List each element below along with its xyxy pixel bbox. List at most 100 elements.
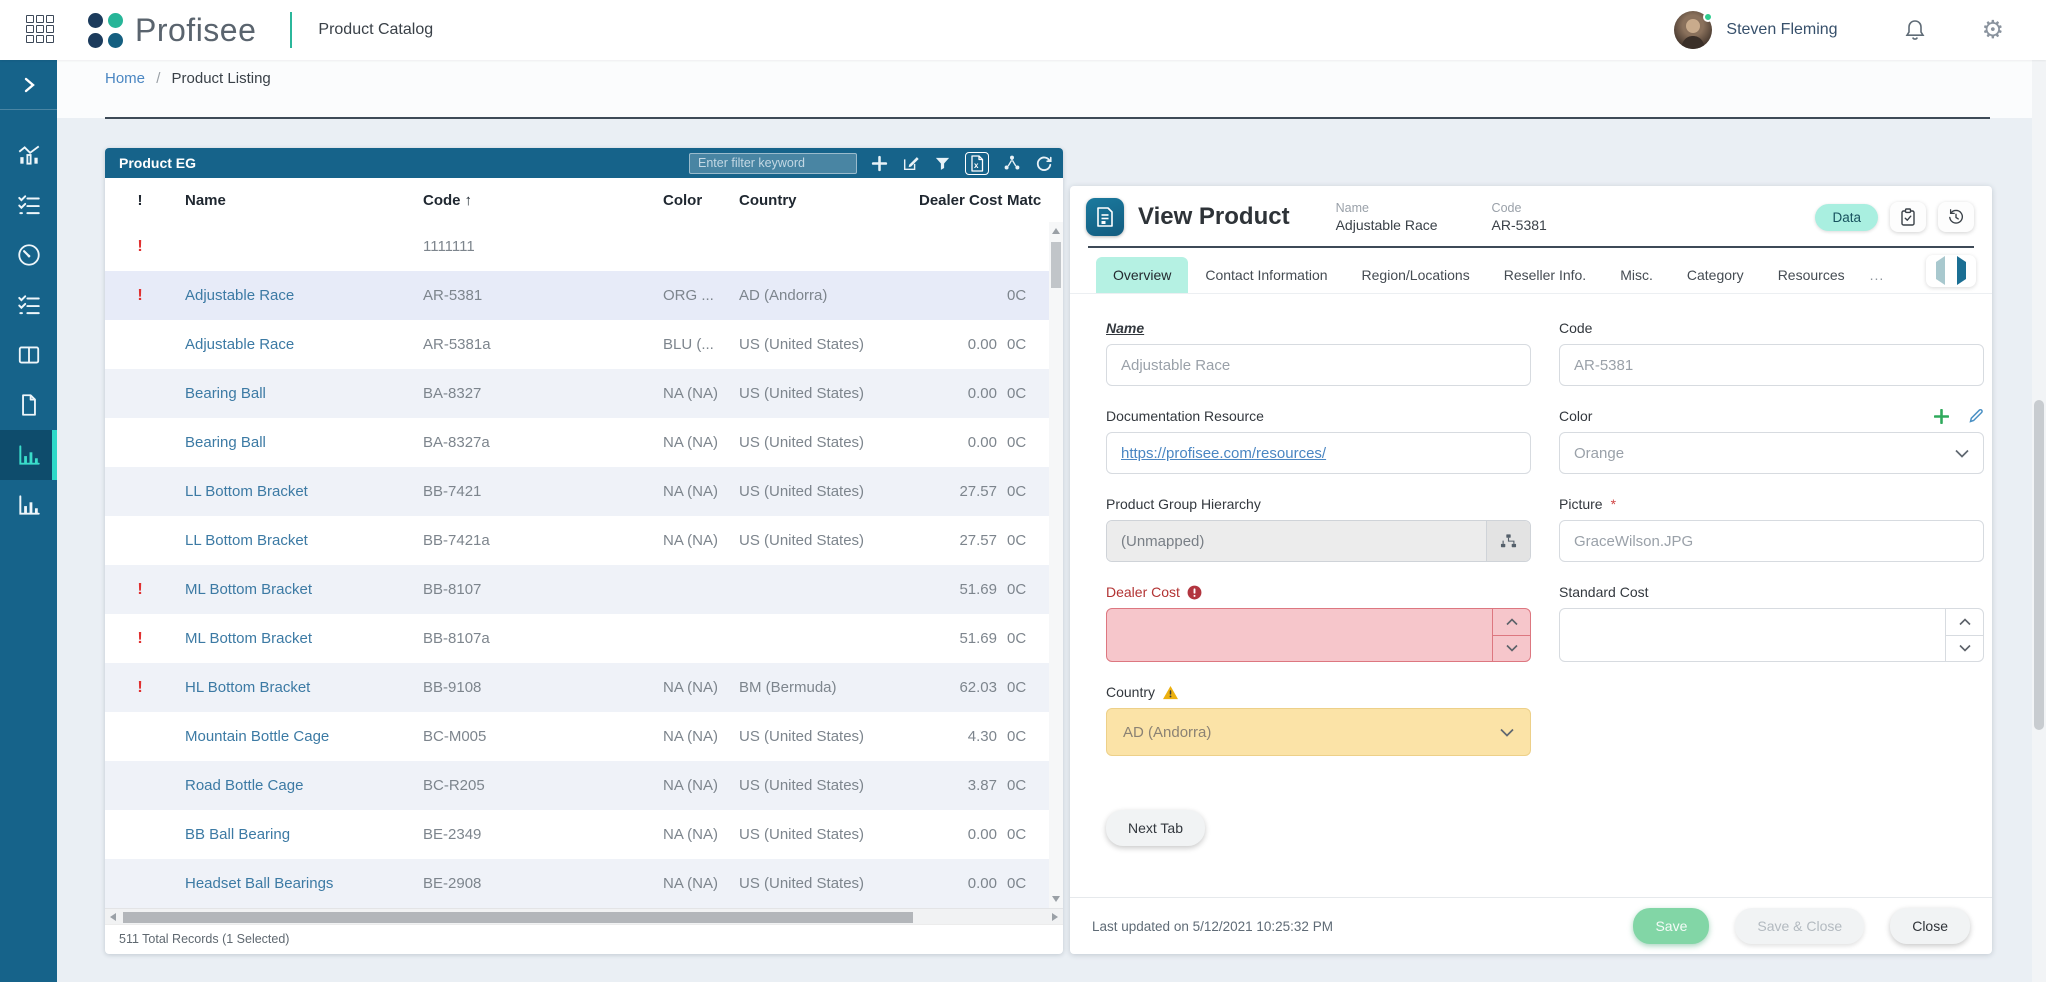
color-select[interactable]: Orange: [1559, 432, 1984, 474]
sidebar-item-explorer[interactable]: [0, 330, 57, 380]
vertical-scroll-thumb[interactable]: [1051, 242, 1061, 288]
table-row[interactable]: ! 1111111: [105, 222, 1049, 271]
settings-gear-icon[interactable]: ⚙: [1982, 17, 2004, 43]
stepper-down-icon[interactable]: [1493, 636, 1530, 662]
dealer-cost-input[interactable]: [1107, 609, 1530, 661]
clipboard-check-icon[interactable]: [1890, 202, 1926, 232]
table-row[interactable]: Bearing Ball BA-8327a NA (NA) US (United…: [105, 418, 1049, 467]
column-header-color[interactable]: Color: [659, 192, 735, 209]
panel-tab[interactable]: Reseller Info.: [1487, 257, 1603, 293]
table-row[interactable]: ! Adjustable Race AR-5381 ORG ... AD (An…: [105, 271, 1049, 320]
name-input[interactable]: [1106, 344, 1531, 386]
cell-match: 0C: [1007, 679, 1027, 696]
cell-match: 0C: [1007, 385, 1027, 402]
add-record-icon[interactable]: [871, 155, 888, 172]
share-hierarchy-icon[interactable]: [1003, 154, 1021, 172]
save-button[interactable]: Save: [1633, 908, 1710, 944]
table-row[interactable]: ! HL Bottom Bracket BB-9108 NA (NA) BM (…: [105, 663, 1049, 712]
table-row[interactable]: Road Bottle Cage BC-R205 NA (NA) US (Uni…: [105, 761, 1049, 810]
breadcrumb-home-link[interactable]: Home: [105, 70, 145, 87]
picture-input[interactable]: [1559, 520, 1984, 562]
header-divider: [290, 12, 293, 48]
excel-export-icon[interactable]: x: [965, 151, 989, 175]
edit-record-icon[interactable]: [902, 154, 920, 172]
column-header-dealer-cost[interactable]: Dealer Cost: [915, 192, 1003, 209]
scroll-up-icon[interactable]: [1049, 224, 1063, 238]
table-row[interactable]: ! ML Bottom Bracket BB-8107 51.69 0C: [105, 565, 1049, 614]
next-tab-button[interactable]: Next Tab: [1106, 810, 1205, 846]
sidebar-item-documents[interactable]: [0, 380, 57, 430]
sidebar-item-worklist[interactable]: [0, 180, 57, 230]
panel-tab[interactable]: Contact Information: [1188, 257, 1344, 293]
avatar[interactable]: [1674, 11, 1714, 49]
filter-icon[interactable]: [934, 155, 951, 172]
filter-keyword-input[interactable]: [689, 152, 857, 174]
window-scroll-thumb[interactable]: [2034, 400, 2044, 730]
stepper-up-icon[interactable]: [1493, 609, 1530, 636]
edit-color-icon[interactable]: [1968, 408, 1984, 424]
documentation-resource-link[interactable]: https://profisee.com/resources/: [1121, 445, 1326, 462]
scroll-down-icon[interactable]: [1049, 892, 1063, 906]
country-select[interactable]: AD (Andorra): [1106, 708, 1531, 756]
panel-tab[interactable]: Overview: [1096, 257, 1189, 293]
product-group-hierarchy-input[interactable]: [1107, 521, 1486, 561]
cell-code: BE-2349: [423, 826, 482, 843]
stepper-down-icon[interactable]: [1946, 636, 1983, 662]
vertical-scrollbar[interactable]: [1049, 222, 1063, 908]
cell-dealer-cost: 0.00: [967, 434, 997, 451]
code-input[interactable]: [1559, 344, 1984, 386]
table-row[interactable]: LL Bottom Bracket BB-7421a NA (NA) US (U…: [105, 516, 1049, 565]
window-scrollbar[interactable]: [2032, 60, 2046, 982]
close-button[interactable]: Close: [1890, 908, 1970, 944]
panel-tab[interactable]: ...: [1862, 257, 1893, 293]
scroll-right-icon[interactable]: [1047, 909, 1063, 925]
code-field-label: Code: [1559, 320, 1593, 336]
task-list-icon: [16, 192, 42, 218]
history-icon[interactable]: [1938, 202, 1974, 232]
horizontal-scroll-thumb[interactable]: [123, 911, 913, 923]
view-product-icon: [1086, 198, 1124, 236]
table-row[interactable]: ! ML Bottom Bracket BB-8107a 51.69 0C: [105, 614, 1049, 663]
add-color-icon[interactable]: [1934, 408, 1949, 424]
data-button[interactable]: Data: [1815, 203, 1878, 231]
column-header-name[interactable]: Name: [175, 192, 419, 209]
column-header-match[interactable]: Matc: [1003, 192, 1049, 209]
cell-match: 0C: [1007, 728, 1027, 745]
notifications-bell-icon[interactable]: [1904, 18, 1926, 42]
column-header-code[interactable]: Code ↑: [419, 192, 659, 209]
table-row[interactable]: BB Ball Bearing BE-2349 NA (NA) US (Unit…: [105, 810, 1049, 859]
panel-tab[interactable]: Region/Locations: [1345, 257, 1487, 293]
panel-tab[interactable]: Resources: [1761, 257, 1862, 293]
table-row[interactable]: Bearing Ball BA-8327 NA (NA) US (United …: [105, 369, 1049, 418]
scroll-left-icon[interactable]: [105, 909, 121, 925]
chevron-down-icon: [1500, 728, 1514, 737]
app-launcher-icon[interactable]: [26, 15, 56, 45]
sidebar-item-analytics[interactable]: [0, 130, 57, 180]
refresh-icon[interactable]: [1035, 154, 1053, 172]
tab-nav-right-icon[interactable]: [1957, 256, 1966, 285]
sidebar-item-dashboard[interactable]: [0, 230, 57, 280]
panel-tab[interactable]: Category: [1670, 257, 1761, 293]
standard-cost-input[interactable]: [1560, 609, 1983, 661]
save-and-close-button[interactable]: Save & Close: [1735, 908, 1865, 944]
cell-country: US (United States): [739, 385, 865, 402]
error-icon: [1187, 585, 1202, 600]
panel-tab[interactable]: Misc.: [1603, 257, 1670, 293]
tab-nav-left-icon[interactable]: [1936, 256, 1945, 285]
cell-dealer-cost: 51.69: [959, 630, 997, 647]
sidebar-item-tasks[interactable]: [0, 280, 57, 330]
header-name-field: Name Adjustable Race: [1336, 201, 1438, 233]
table-row[interactable]: Adjustable Race AR-5381a BLU (... US (Un…: [105, 320, 1049, 369]
sidebar-item-reports-active[interactable]: [0, 430, 57, 480]
sidebar-item-charts[interactable]: [0, 480, 57, 530]
table-row[interactable]: Headset Ball Bearings BE-2908 NA (NA) US…: [105, 859, 1049, 908]
table-row[interactable]: Mountain Bottle Cage BC-M005 NA (NA) US …: [105, 712, 1049, 761]
column-header-country[interactable]: Country: [735, 192, 915, 209]
hierarchy-picker-button[interactable]: [1486, 521, 1530, 561]
header-code-field: Code AR-5381: [1492, 201, 1547, 233]
sidebar-expand-chevron-icon[interactable]: [0, 60, 57, 110]
stepper-up-icon[interactable]: [1946, 609, 1983, 636]
column-header-warning[interactable]: !: [105, 192, 175, 209]
table-row[interactable]: LL Bottom Bracket BB-7421 NA (NA) US (Un…: [105, 467, 1049, 516]
horizontal-scrollbar[interactable]: [105, 908, 1063, 924]
